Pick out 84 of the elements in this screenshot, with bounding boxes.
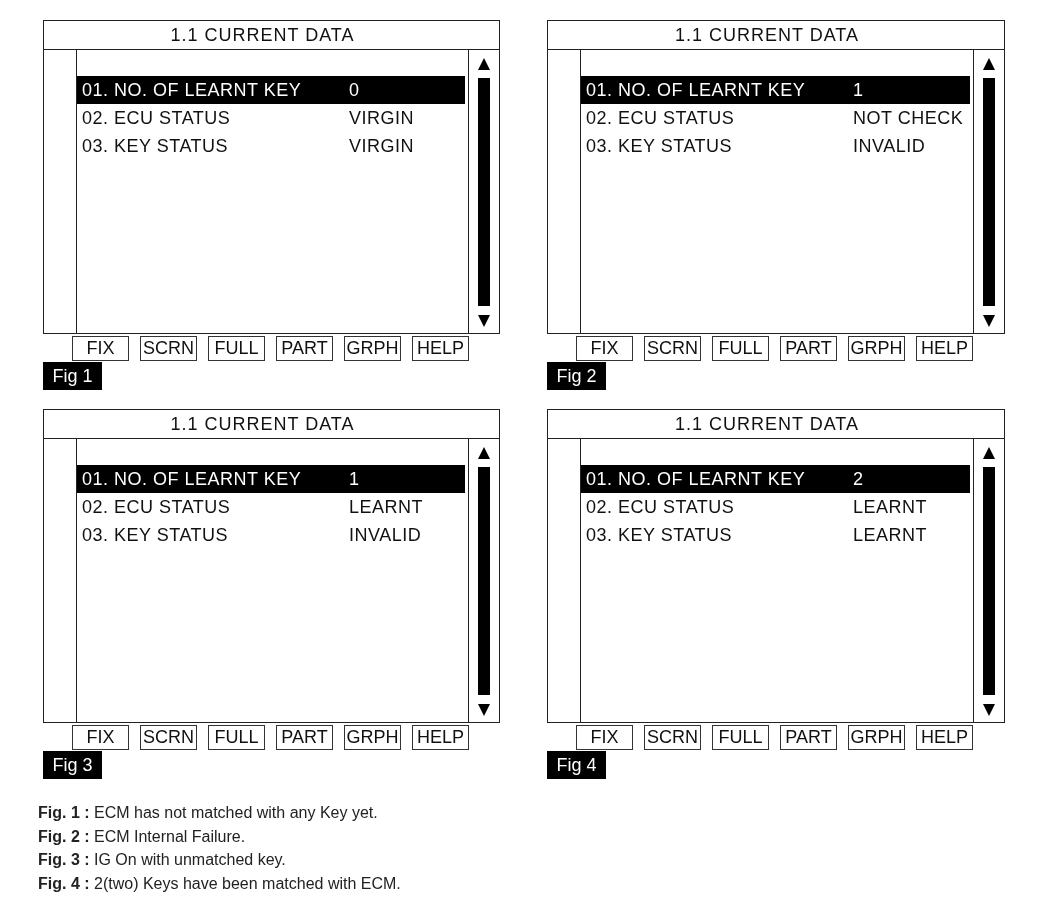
parameter-value: LEARNT (349, 496, 423, 518)
figure-label: Fig 3 (43, 751, 102, 779)
data-row[interactable]: 03. KEY STATUS LEARNT (581, 521, 970, 549)
scroll-up-icon[interactable] (478, 447, 490, 459)
parameter-name: 02. ECU STATUS (81, 496, 232, 518)
function-key-button[interactable]: FULL (712, 725, 769, 750)
scroll-down-icon[interactable] (478, 704, 490, 716)
parameter-name: 01. NO. OF LEARNT KEY (81, 468, 303, 490)
parameter-name: 02. ECU STATUS (81, 107, 232, 129)
data-row[interactable]: 01. NO. OF LEARNT KEY 0 (77, 76, 465, 104)
parameter-name: 03. KEY STATUS (585, 524, 734, 546)
scroll-down-icon[interactable] (983, 704, 995, 716)
parameter-value: LEARNT (853, 524, 927, 546)
function-key-button[interactable]: SCRN (140, 336, 197, 361)
figure-label: Fig 2 (547, 362, 606, 390)
data-row[interactable]: 03. KEY STATUS INVALID (581, 132, 970, 160)
data-row[interactable]: 01. NO. OF LEARNT KEY 2 (581, 465, 970, 493)
figure-label: Fig 4 (547, 751, 606, 779)
parameter-value: NOT CHECK (853, 107, 964, 129)
function-key-button[interactable]: FIX (576, 725, 633, 750)
data-row[interactable]: 02. ECU STATUS LEARNT (581, 493, 970, 521)
function-key-button[interactable]: FIX (576, 336, 633, 361)
function-key-button[interactable]: HELP (412, 336, 469, 361)
function-key-button[interactable]: GRPH (848, 725, 905, 750)
figure-caption: Fig. 1 : ECM has not matched with any Key yet. (38, 803, 379, 823)
figure-label: Fig 1 (43, 362, 102, 390)
function-key-button[interactable]: SCRN (644, 336, 701, 361)
parameter-value: 1 (349, 468, 360, 490)
function-key-button[interactable]: HELP (412, 725, 469, 750)
function-key-button[interactable]: PART (780, 725, 837, 750)
scroll-thumb[interactable] (478, 467, 490, 695)
function-key-button[interactable]: PART (276, 725, 333, 750)
scroll-up-icon[interactable] (983, 447, 995, 459)
function-key-button[interactable]: SCRN (140, 725, 197, 750)
function-key-button[interactable]: FIX (72, 336, 129, 361)
scroll-up-icon[interactable] (478, 58, 490, 70)
function-key-button[interactable]: GRPH (344, 725, 401, 750)
parameter-name: 03. KEY STATUS (81, 135, 230, 157)
scroll-down-icon[interactable] (478, 315, 490, 327)
data-row[interactable]: 02. ECU STATUS NOT CHECK (581, 104, 970, 132)
function-key-button[interactable]: GRPH (848, 336, 905, 361)
parameter-name: 03. KEY STATUS (585, 135, 734, 157)
parameter-value: 0 (349, 79, 360, 101)
scroll-thumb[interactable] (983, 78, 995, 306)
parameter-value: VIRGIN (349, 107, 414, 129)
parameter-value: INVALID (853, 135, 926, 157)
scroll-thumb[interactable] (983, 467, 995, 695)
function-key-button[interactable]: GRPH (344, 336, 401, 361)
function-key-button[interactable]: PART (276, 336, 333, 361)
parameter-name: 01. NO. OF LEARNT KEY (81, 79, 303, 101)
parameter-value: 2 (853, 468, 864, 490)
screen-title: 1.1 CURRENT DATA (44, 410, 499, 439)
figure-caption: Fig. 2 : ECM Internal Failure. (38, 826, 247, 847)
scroll-thumb[interactable] (478, 78, 490, 306)
data-row[interactable]: 01. NO. OF LEARNT KEY 1 (77, 465, 465, 493)
function-key-button[interactable]: SCRN (644, 725, 701, 750)
data-row[interactable]: 01. NO. OF LEARNT KEY 1 (581, 76, 970, 104)
screen-title: 1.1 CURRENT DATA (44, 21, 499, 50)
data-row[interactable]: 02. ECU STATUS LEARNT (77, 493, 465, 521)
function-key-button[interactable]: FULL (208, 725, 265, 750)
data-row[interactable]: 03. KEY STATUS VIRGIN (77, 132, 465, 160)
parameter-name: 01. NO. OF LEARNT KEY (585, 468, 807, 490)
function-key-button[interactable]: FIX (72, 725, 129, 750)
scroll-down-icon[interactable] (983, 315, 995, 327)
function-key-button[interactable]: PART (780, 336, 837, 361)
function-key-button[interactable]: FULL (208, 336, 265, 361)
data-row[interactable]: 03. KEY STATUS INVALID (77, 521, 465, 549)
parameter-value: 1 (853, 79, 864, 101)
figure-caption: Fig. 3 : IG On with unmatched key. (38, 850, 287, 870)
screen-title: 1.1 CURRENT DATA (548, 410, 1004, 439)
parameter-value: INVALID (349, 524, 422, 546)
parameter-name: 02. ECU STATUS (585, 496, 736, 518)
parameter-name: 01. NO. OF LEARNT KEY (585, 79, 807, 101)
parameter-value: LEARNT (853, 496, 927, 518)
function-key-button[interactable]: HELP (916, 336, 973, 361)
data-row[interactable]: 02. ECU STATUS VIRGIN (77, 104, 465, 132)
screen-title: 1.1 CURRENT DATA (548, 21, 1004, 50)
parameter-value: VIRGIN (349, 135, 414, 157)
figure-caption: Fig. 4 : 2(two) Keys have been matched with ECM. (38, 873, 402, 894)
scroll-up-icon[interactable] (983, 58, 995, 70)
parameter-name: 03. KEY STATUS (81, 524, 230, 546)
function-key-button[interactable]: FULL (712, 336, 769, 361)
parameter-name: 02. ECU STATUS (585, 107, 736, 129)
function-key-button[interactable]: HELP (916, 725, 973, 750)
